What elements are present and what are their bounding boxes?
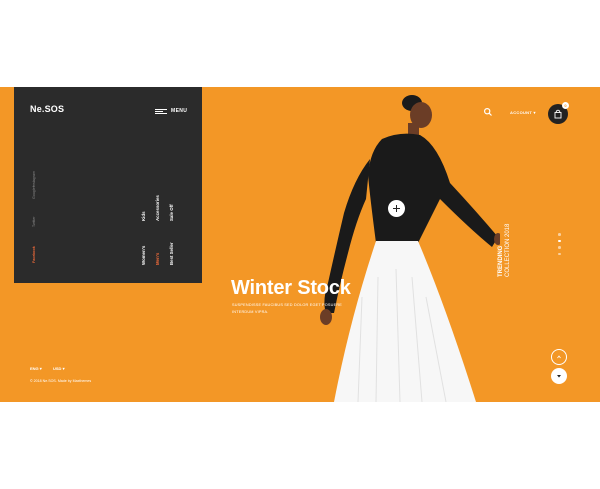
social-link-instagram[interactable]: Instagram — [32, 171, 36, 187]
social-link-facebook[interactable]: Facebook — [32, 246, 36, 263]
language-value: ENG — [30, 366, 39, 371]
chevron-down-icon: ▾ — [533, 110, 536, 115]
language-selector[interactable]: ENG ▾ — [30, 366, 42, 371]
scroll-up-button[interactable] — [551, 349, 567, 365]
trend-title: TRENDING — [498, 245, 504, 277]
slide-pagination[interactable] — [558, 233, 561, 259]
menu-toggle-button[interactable]: MENU — [155, 108, 187, 114]
social-link-twitter[interactable]: Twitter — [32, 216, 36, 227]
currency-selector[interactable]: USD ▾ — [53, 366, 65, 371]
plus-icon — [393, 205, 400, 212]
arrow-up-icon — [557, 355, 561, 359]
hamburger-icon — [155, 108, 167, 114]
slide-dot[interactable] — [558, 233, 561, 236]
arrow-down-icon — [557, 375, 561, 378]
category-sale-off[interactable]: Sale Off — [169, 204, 174, 221]
copyright-text: © 2018 Ne.SOS. Made by Maxthemes — [30, 379, 92, 383]
scroll-down-button[interactable] — [551, 368, 567, 384]
account-menu[interactable]: ACCOUNT ▾ — [510, 110, 536, 115]
category-mens[interactable]: Men's — [155, 253, 160, 265]
side-navigation-panel: Ne.SOS MENU Facebook Twitter Google+ Ins… — [14, 87, 202, 283]
hero-headline: Winter Stock — [231, 277, 351, 299]
slide-dot-active[interactable] — [558, 239, 561, 242]
hero-subtext: SUSPENDISSE FAUCIBUS SED DOLOR EGET POSU… — [232, 303, 343, 314]
account-label: ACCOUNT — [510, 110, 533, 115]
trending-collection-label: TRENDING COLLECTION 2018 — [498, 224, 512, 277]
category-accessories[interactable]: Accessories — [155, 195, 160, 221]
search-icon[interactable] — [483, 107, 493, 117]
hero-model-image — [320, 95, 500, 402]
category-kids[interactable]: Kids — [141, 211, 146, 221]
cart-count-badge: 0 — [562, 102, 569, 109]
hero-section: Ne.SOS MENU Facebook Twitter Google+ Ins… — [0, 87, 600, 402]
social-link-google[interactable]: Google+ — [32, 185, 36, 199]
slide-dot[interactable] — [558, 246, 561, 249]
category-best-seller[interactable]: Best Seller — [169, 242, 174, 265]
category-womens[interactable]: Women's — [141, 246, 146, 265]
menu-label: MENU — [171, 108, 188, 114]
product-hotspot-button[interactable] — [388, 200, 405, 217]
slide-dot[interactable] — [558, 252, 561, 255]
trend-subtitle: COLLECTION 2018 — [505, 223, 511, 277]
currency-value: USD — [53, 366, 62, 371]
brand-logo[interactable]: Ne.SOS — [30, 104, 64, 114]
